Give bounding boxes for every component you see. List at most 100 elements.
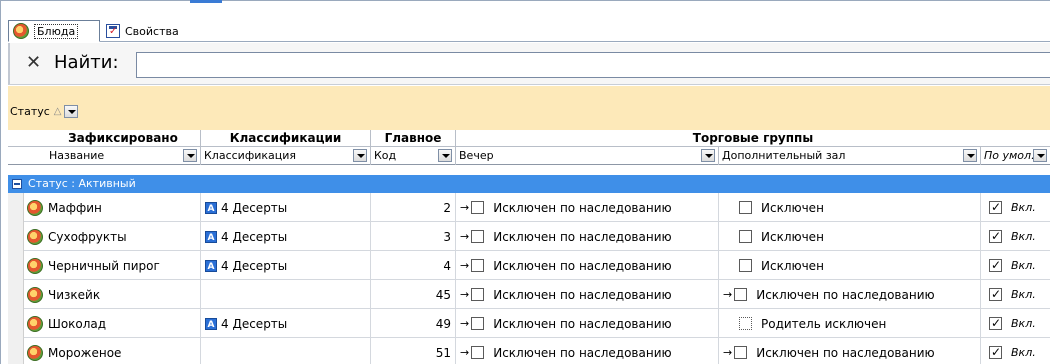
- table-row[interactable]: Сухофрукты A 4 Десерты 3 → Исключен по наслед…: [8, 222, 1050, 251]
- table-row[interactable]: Мороженое 51 → Исключен по наследованию → Иск…: [8, 338, 1050, 364]
- column-label: Дополнительный зал: [722, 149, 846, 162]
- checkbox[interactable]: [734, 288, 748, 301]
- checkbox[interactable]: [471, 317, 485, 330]
- band-fixed: Зафиксировано: [8, 130, 201, 147]
- close-icon[interactable]: ✕: [26, 52, 41, 73]
- dropdown-icon[interactable]: [63, 105, 78, 118]
- cell-extra-hall[interactable]: → Исключен по наследованию: [719, 280, 981, 309]
- column-default[interactable]: По умол.: [981, 147, 1050, 165]
- cell-extra-hall[interactable]: Исключен: [719, 222, 981, 251]
- table-row[interactable]: Черничный пирог A 4 Десерты 4 → Исключен по н…: [8, 251, 1050, 280]
- checkbox[interactable]: [739, 317, 752, 330]
- checkbox[interactable]: [471, 230, 485, 243]
- cell-default[interactable]: Вкл.: [981, 193, 1050, 222]
- search-input[interactable]: [136, 52, 1050, 78]
- cell-name[interactable]: Шоколад: [46, 309, 201, 338]
- cell-code[interactable]: 49: [371, 309, 456, 338]
- top-accent: [190, 0, 222, 3]
- cell-evening[interactable]: → Исключен по наследованию: [456, 338, 719, 364]
- column-name[interactable]: Название: [46, 147, 201, 165]
- cell-name[interactable]: Чизкейк: [46, 280, 201, 309]
- column-label: Классификация: [204, 149, 297, 162]
- cell-extra-hall[interactable]: Родитель исключен: [719, 309, 981, 338]
- cell-code[interactable]: 45: [371, 280, 456, 309]
- cell-code[interactable]: 51: [371, 338, 456, 364]
- column-header: Название Классификация Код Вечер Дополни…: [8, 147, 1050, 165]
- column-filter-icon[interactable]: [701, 149, 715, 162]
- table-row[interactable]: Чизкейк 45 → Исключен по наследованию → Исклю…: [8, 280, 1050, 309]
- checkbox-checked[interactable]: [989, 229, 1002, 243]
- cell-classification[interactable]: [201, 338, 371, 364]
- table-row[interactable]: Шоколад A 4 Десерты 49 → Исключен по наследов…: [8, 309, 1050, 338]
- cell-classification[interactable]: A 4 Десерты: [201, 193, 371, 222]
- column-code[interactable]: Код: [371, 147, 456, 165]
- checkbox[interactable]: [471, 201, 485, 214]
- tab-bar: Блюда Свойства: [8, 20, 1050, 42]
- checkbox[interactable]: [739, 230, 752, 243]
- checkbox-checked[interactable]: [989, 287, 1002, 301]
- tab-label: Свойства: [125, 24, 179, 38]
- column-evening[interactable]: Вечер: [456, 147, 719, 165]
- row-icon-cell: [24, 251, 46, 280]
- checkbox[interactable]: [471, 259, 485, 272]
- checkbox[interactable]: [739, 201, 752, 214]
- cell-extra-hall[interactable]: → Исключен по наследованию: [719, 338, 981, 364]
- cell-classification[interactable]: A 4 Десерты: [201, 251, 371, 280]
- checkbox[interactable]: [471, 346, 485, 359]
- cell-default[interactable]: Вкл.: [981, 338, 1050, 364]
- cell-name[interactable]: Мороженое: [46, 338, 201, 364]
- cell-default[interactable]: Вкл.: [981, 251, 1050, 280]
- cell-text: Исключен по наследованию: [493, 258, 672, 273]
- column-filter-icon[interactable]: [353, 149, 367, 162]
- checkbox[interactable]: [734, 346, 748, 359]
- cell-code[interactable]: 3: [371, 222, 456, 251]
- cell-name[interactable]: Маффин: [46, 193, 201, 222]
- cell-classification[interactable]: A 4 Десерты: [201, 222, 371, 251]
- cell-text: 3: [443, 229, 451, 244]
- band-main: Главное: [371, 130, 456, 147]
- band-trade-groups: Торговые группы: [692, 131, 814, 145]
- cell-name[interactable]: Черничный пирог: [46, 251, 201, 280]
- column-filter-icon[interactable]: [963, 149, 977, 162]
- checkbox-checked[interactable]: [989, 345, 1002, 359]
- cell-extra-hall[interactable]: Исключен: [719, 193, 981, 222]
- properties-icon: [106, 24, 120, 38]
- cell-name[interactable]: Сухофрукты: [46, 222, 201, 251]
- inherit-arrow-icon: →: [723, 288, 733, 301]
- search-label: Найти:: [54, 52, 119, 73]
- cell-evening[interactable]: → Исключен по наследованию: [456, 251, 719, 280]
- column-filter-icon[interactable]: [1033, 149, 1047, 162]
- cell-classification[interactable]: [201, 280, 371, 309]
- checkbox[interactable]: [471, 288, 485, 301]
- checkbox-checked[interactable]: [989, 316, 1002, 330]
- column-extra-hall[interactable]: Дополнительный зал: [719, 147, 981, 165]
- group-row-active[interactable]: Статус : Активный: [8, 175, 1050, 193]
- sort-ascending-icon: △: [53, 106, 62, 117]
- cell-default[interactable]: Вкл.: [981, 222, 1050, 251]
- cell-default[interactable]: Вкл.: [981, 309, 1050, 338]
- group-chip-status[interactable]: Статус △: [10, 103, 78, 120]
- column-classification[interactable]: Классификация: [201, 147, 371, 165]
- cell-default[interactable]: Вкл.: [981, 280, 1050, 309]
- cell-evening[interactable]: → Исключен по наследованию: [456, 309, 719, 338]
- cell-classification[interactable]: A 4 Десерты: [201, 309, 371, 338]
- table-row[interactable]: Маффин A 4 Десерты 2 → Исключен по наследован…: [8, 193, 1050, 222]
- cell-evening[interactable]: → Исключен по наследованию: [456, 193, 719, 222]
- column-filter-icon[interactable]: [183, 149, 197, 162]
- column-filter-icon[interactable]: [438, 149, 452, 162]
- cell-text: Черничный пирог: [48, 258, 160, 273]
- tab-properties[interactable]: Свойства: [102, 20, 212, 42]
- cell-extra-hall[interactable]: Исключен: [719, 251, 981, 280]
- dish-icon: [27, 199, 43, 216]
- checkbox-checked[interactable]: [989, 258, 1002, 272]
- collapse-icon[interactable]: [12, 179, 22, 189]
- checkbox-checked[interactable]: [989, 200, 1002, 214]
- band-classifications: Классификации: [201, 130, 371, 147]
- tab-dishes[interactable]: Блюда: [8, 20, 100, 42]
- cell-evening[interactable]: → Исключен по наследованию: [456, 280, 719, 309]
- cell-code[interactable]: 2: [371, 193, 456, 222]
- cell-evening[interactable]: → Исключен по наследованию: [456, 222, 719, 251]
- row-indent: [8, 251, 24, 280]
- cell-code[interactable]: 4: [371, 251, 456, 280]
- checkbox[interactable]: [739, 259, 752, 272]
